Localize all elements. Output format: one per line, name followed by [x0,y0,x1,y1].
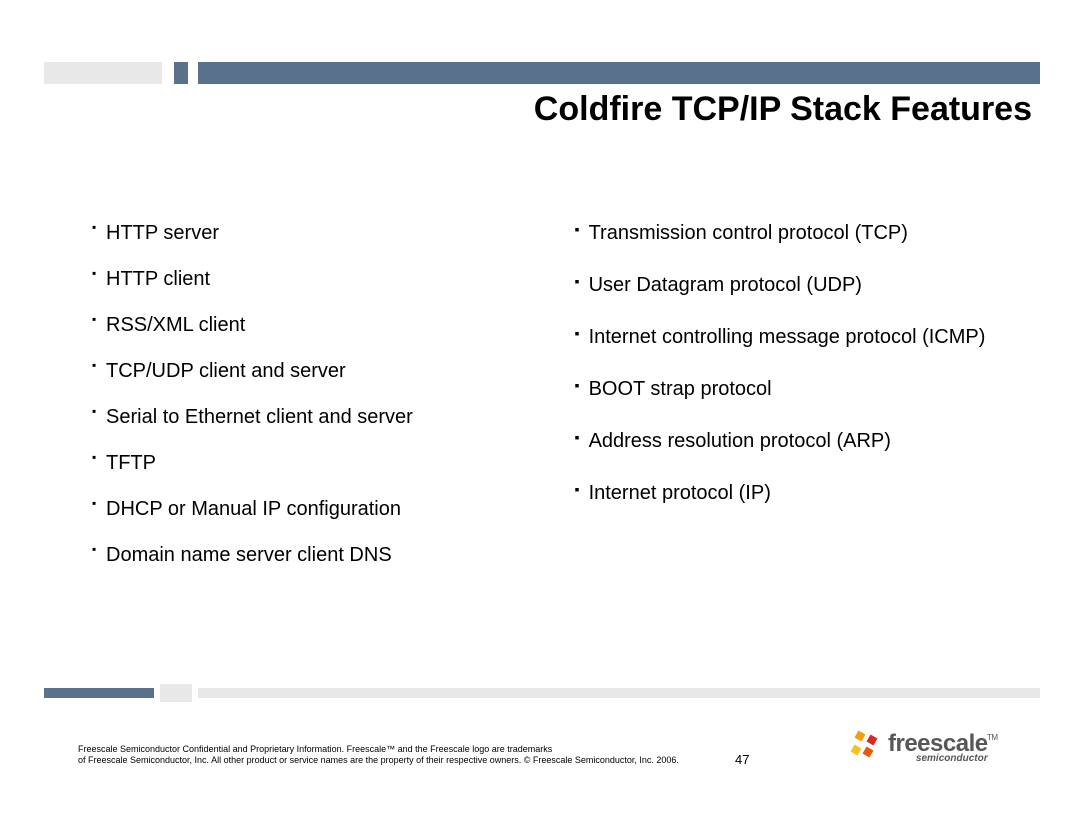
logo-brand-name: freescale TM [888,732,988,756]
left-column: HTTP server HTTP client RSS/XML client T… [92,220,537,588]
bottom-bar-tab [44,688,154,698]
trademark-symbol: TM [987,734,998,742]
footer-line-1: Freescale Semiconductor Confidential and… [78,744,552,754]
list-item: DHCP or Manual IP configuration [92,496,537,522]
list-item: Serial to Ethernet client and server [92,404,537,430]
list-item: Domain name server client DNS [92,542,537,568]
content-columns: HTTP server HTTP client RSS/XML client T… [92,220,1020,588]
right-bullet-list: Transmission control protocol (TCP) User… [575,220,1020,506]
list-item: TFTP [92,450,537,476]
list-item: Transmission control protocol (TCP) [575,220,1020,246]
top-bar-main [198,62,1040,84]
top-bar [44,62,1040,84]
bottom-bar-sep [160,684,192,702]
freescale-logo-text: freescale TM semiconductor [888,732,988,764]
freescale-logo: freescale TM semiconductor [848,726,1028,770]
bottom-bar [44,684,1040,698]
page-number: 47 [735,752,749,767]
footer-line-2: of Freescale Semiconductor, Inc. All oth… [78,755,679,765]
slide-title: Coldfire TCP/IP Stack Features [534,90,1032,129]
top-bar-sep [174,62,188,84]
bottom-bar-main [198,688,1040,698]
list-item: BOOT strap protocol [575,376,1020,402]
freescale-logo-icon [848,730,884,766]
list-item: Address resolution protocol (ARP) [575,428,1020,454]
left-bullet-list: HTTP server HTTP client RSS/XML client T… [92,220,537,568]
list-item: Internet protocol (IP) [575,480,1020,506]
list-item: Internet controlling message protocol (I… [575,324,1020,350]
list-item: HTTP client [92,266,537,292]
list-item: HTTP server [92,220,537,246]
right-column: Transmission control protocol (TCP) User… [575,220,1020,588]
list-item: RSS/XML client [92,312,537,338]
list-item: TCP/UDP client and server [92,358,537,384]
list-item: User Datagram protocol (UDP) [575,272,1020,298]
top-bar-tab [44,62,162,84]
footer-legal: Freescale Semiconductor Confidential and… [78,744,718,766]
